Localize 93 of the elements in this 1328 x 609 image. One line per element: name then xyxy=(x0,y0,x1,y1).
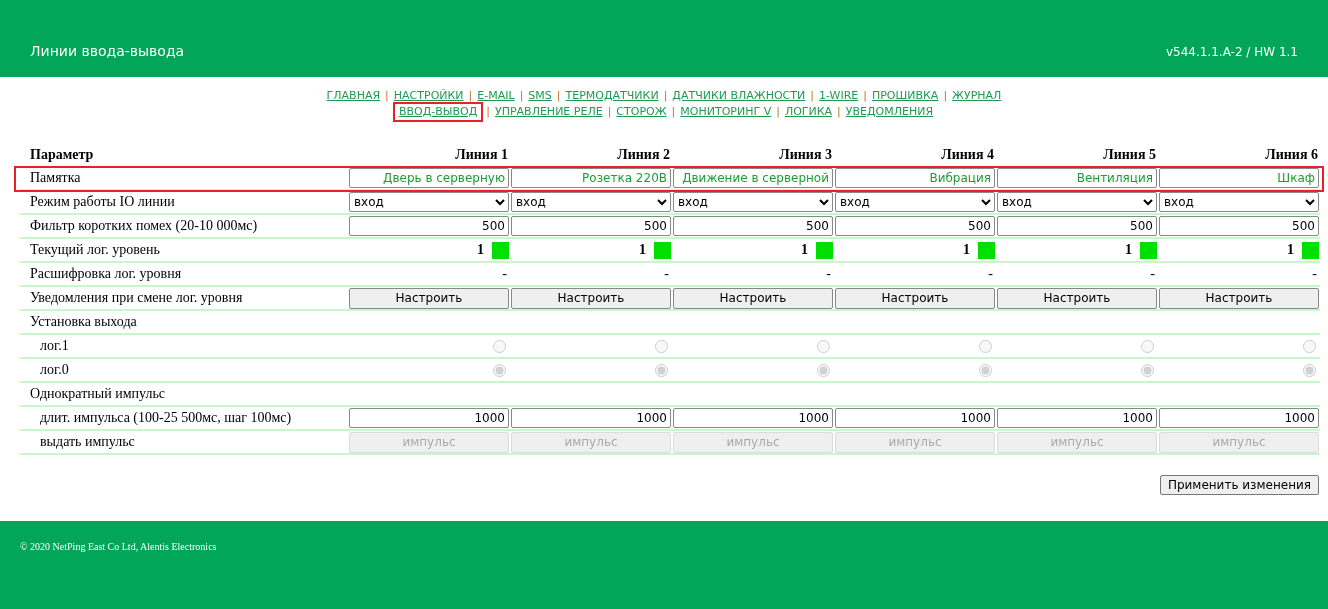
decode-value: - xyxy=(1150,266,1155,282)
nav-link[interactable]: ЖУРНАЛ xyxy=(952,88,1002,104)
nav-link[interactable]: E-MAIL xyxy=(477,88,515,104)
decode-value: - xyxy=(1312,266,1317,282)
column-heading: Линия 3 xyxy=(778,146,833,164)
configure-button[interactable]: Настроить xyxy=(1159,287,1319,309)
nav-separator: | xyxy=(863,88,867,104)
memo-field[interactable]: Вентиляция xyxy=(997,168,1157,188)
column-heading: Линия 4 xyxy=(940,146,995,164)
level-value: 1 xyxy=(963,242,970,258)
decode-value: - xyxy=(502,266,507,282)
number-field[interactable]: 1000 xyxy=(1159,408,1319,428)
configure-button[interactable]: Настроить xyxy=(835,287,995,309)
nav-separator: | xyxy=(607,104,612,120)
nav-link[interactable]: НАСТРОЙКИ xyxy=(393,88,464,104)
column-heading: Линия 5 xyxy=(1102,146,1157,164)
number-field[interactable]: 500 xyxy=(997,216,1157,236)
decode-value: - xyxy=(664,266,669,282)
memo-field[interactable]: Движение в серверной xyxy=(673,168,833,188)
level-value: 1 xyxy=(639,242,646,258)
nav-link[interactable]: ЛОГИКА xyxy=(784,104,833,120)
level-value: 1 xyxy=(1287,242,1294,258)
nav-separator: | xyxy=(776,104,780,120)
nav-link[interactable]: ДАТЧИКИ ВЛАЖНОСТИ xyxy=(672,88,806,104)
nav-separator: | xyxy=(486,104,490,120)
parameter-label: Расшифровка лог. уровня xyxy=(20,263,348,287)
version-text: v544.1.1.A-2 / HW 1.1 xyxy=(1165,45,1298,59)
column-heading: Линия 6 xyxy=(1264,146,1319,164)
page-title: Линии ввода-вывода xyxy=(30,43,185,59)
nav-link[interactable]: SMS xyxy=(528,88,552,104)
memo-field[interactable]: Шкаф xyxy=(1159,168,1319,188)
number-field[interactable]: 500 xyxy=(673,216,833,236)
mode-select[interactable]: вход xyxy=(835,192,995,212)
parameter-label: длит. импульса (100-25 500мс, шаг 100мс) xyxy=(20,407,348,431)
column-heading: Параметр xyxy=(29,146,95,164)
number-field[interactable]: 500 xyxy=(835,216,995,236)
parameter-label: Памятка xyxy=(20,167,348,191)
nav-link[interactable]: УВЕДОМЛЕНИЯ xyxy=(845,104,934,120)
nav-separator: | xyxy=(943,88,948,104)
parameter-label: лог.1 xyxy=(20,335,348,359)
memo-field[interactable]: Дверь в серверную xyxy=(349,168,509,188)
nav-link[interactable]: ПРОШИВКА xyxy=(871,88,939,104)
column-heading: Линия 2 xyxy=(616,146,671,164)
nav-separator: | xyxy=(519,88,524,104)
nav-link[interactable]: ВВОД-ВЫВОД xyxy=(394,104,482,120)
nav-separator: | xyxy=(385,88,389,104)
number-field[interactable]: 1000 xyxy=(349,408,509,428)
mode-select[interactable]: вход xyxy=(997,192,1157,212)
nav-separator: | xyxy=(837,104,841,120)
nav-separator: | xyxy=(556,88,561,104)
configure-button[interactable]: Настроить xyxy=(997,287,1157,309)
apply-button[interactable]: Применить изменения xyxy=(1159,475,1319,495)
number-field[interactable]: 500 xyxy=(349,216,509,236)
number-field[interactable]: 500 xyxy=(511,216,671,236)
number-field[interactable]: 1000 xyxy=(997,408,1157,428)
parameter-label: Режим работы IO линии xyxy=(20,191,348,215)
nav-separator: | xyxy=(671,104,676,120)
number-field[interactable]: 1000 xyxy=(835,408,995,428)
mode-select[interactable]: вход xyxy=(349,192,509,212)
configure-button[interactable]: Настроить xyxy=(673,287,833,309)
parameter-label: Однократный импульс xyxy=(20,383,348,407)
nav-link[interactable]: СТОРОЖ xyxy=(616,104,667,120)
number-field[interactable]: 500 xyxy=(1159,216,1319,236)
parameter-label: выдать импульс xyxy=(20,431,348,455)
column-heading: Линия 1 xyxy=(454,146,509,164)
parameter-label: Текущий лог. уровень xyxy=(20,239,348,263)
memo-field[interactable]: Вибрация xyxy=(835,168,995,188)
level-value: 1 xyxy=(477,242,484,258)
mode-select[interactable]: вход xyxy=(511,192,671,212)
parameter-label: Установка выхода xyxy=(20,311,348,335)
mode-select[interactable]: вход xyxy=(1159,192,1319,212)
mode-select[interactable]: вход xyxy=(673,192,833,212)
nav-link[interactable]: ТЕРМОДАТЧИКИ xyxy=(565,88,659,104)
level-value: 1 xyxy=(801,242,808,258)
memo-field[interactable]: Розетка 220В xyxy=(511,168,671,188)
nav-link[interactable]: 1-WIRE xyxy=(819,88,859,104)
configure-button[interactable]: Настроить xyxy=(511,287,671,309)
parameter-label: лог.0 xyxy=(20,359,348,383)
nav-link[interactable]: МОНИТОРИНГ V xyxy=(680,104,772,120)
nav-link[interactable]: ГЛАВНАЯ xyxy=(326,88,381,104)
nav-separator: | xyxy=(663,88,668,104)
decode-value: - xyxy=(988,266,993,282)
parameter-label: Фильтр коротких помех (20-10 000мс) xyxy=(20,215,348,239)
nav-link[interactable]: УПРАВЛЕНИЕ РЕЛЕ xyxy=(494,104,603,120)
number-field[interactable]: 1000 xyxy=(673,408,833,428)
decode-value: - xyxy=(826,266,831,282)
nav-separator: | xyxy=(810,88,814,104)
configure-button[interactable]: Настроить xyxy=(349,287,509,309)
copyright-text: © 2020 NetPing East Co Ltd, Alentis Electronics xyxy=(20,541,217,552)
number-field[interactable]: 1000 xyxy=(511,408,671,428)
level-value: 1 xyxy=(1125,242,1132,258)
parameter-label: Уведомления при смене лог. уровня xyxy=(20,287,348,311)
nav-separator: | xyxy=(468,88,473,104)
